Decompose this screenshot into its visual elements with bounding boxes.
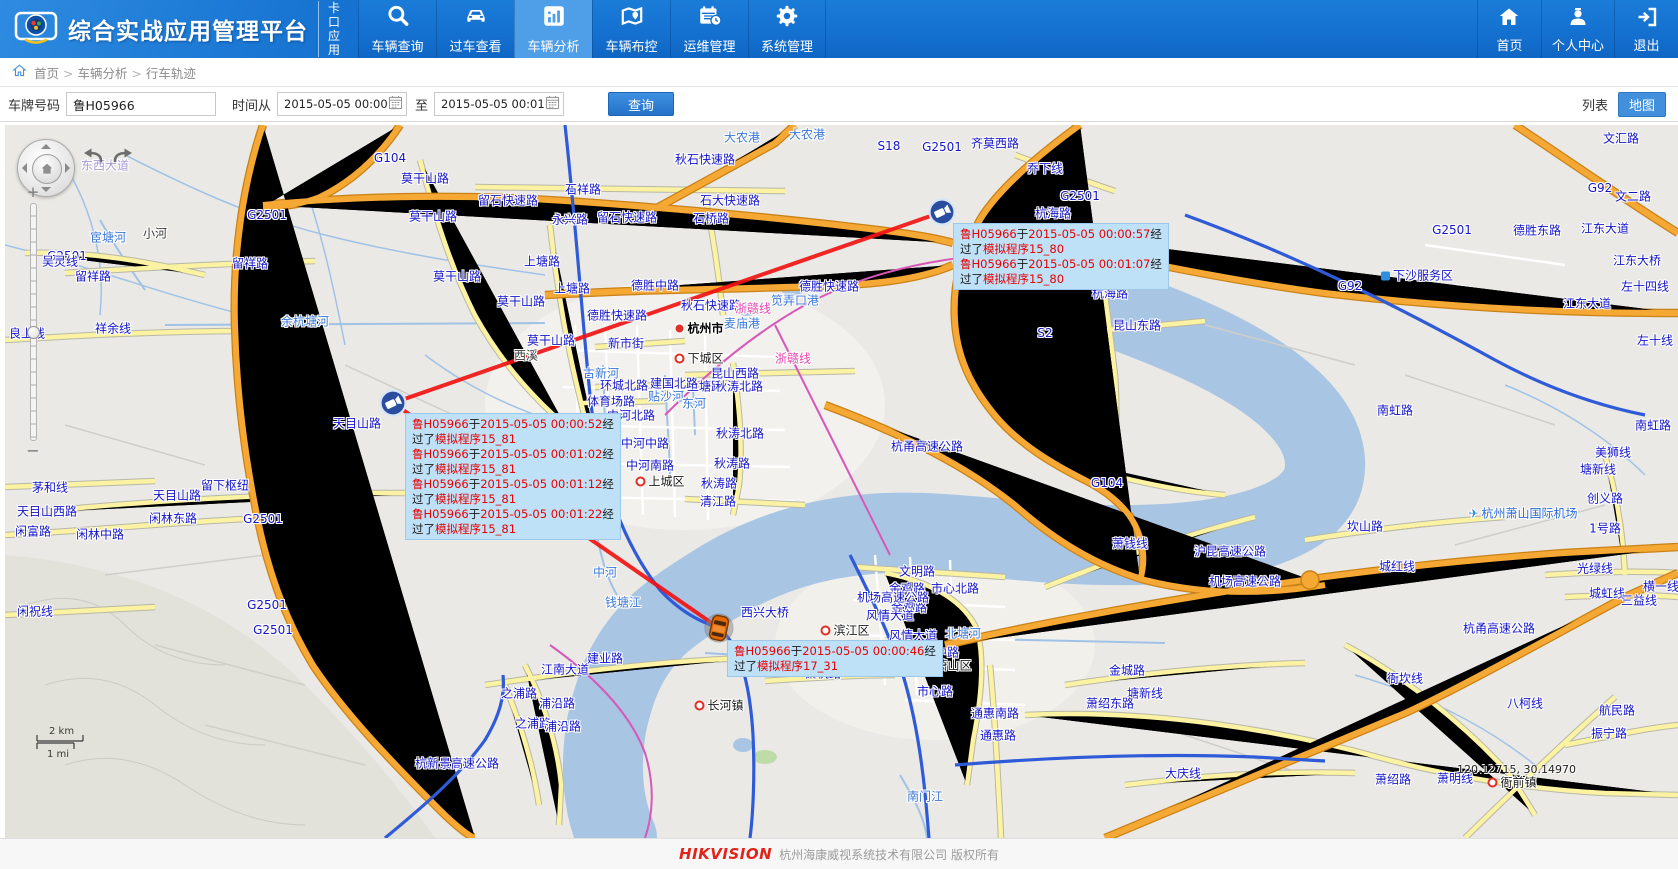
query-button[interactable]: 查询 [608, 92, 674, 116]
user-nav-2[interactable]: 退出 [1614, 0, 1678, 58]
user-nav-label: 退出 [1633, 35, 1659, 54]
map-home-button[interactable] [32, 154, 62, 184]
hikvision-logo: HIKVISION [679, 845, 772, 863]
chart-icon [541, 3, 567, 33]
filter-bar: 车牌号码 时间从 至 查询 列表 地图 [0, 87, 1678, 122]
time-to-input[interactable] [441, 97, 545, 111]
map-coordinates: 120.12715, 30.14970 [1457, 763, 1576, 776]
map-scale-bar: 2 km 1 mi [35, 725, 99, 762]
user-icon [1566, 5, 1590, 33]
home-icon [1497, 5, 1521, 33]
nav-item-0[interactable]: 车辆查询 [358, 0, 436, 58]
breadcrumb-item-0[interactable]: 首页 [34, 66, 59, 81]
app-logo-icon [14, 9, 58, 49]
view-toggle-list[interactable]: 列表 [1582, 95, 1608, 114]
time-from-field[interactable] [277, 92, 407, 116]
user-nav-label: 个人中心 [1552, 35, 1604, 54]
zoom-out-button[interactable]: − [26, 444, 39, 458]
zoom-in-button[interactable]: + [27, 185, 40, 199]
zoom-track[interactable] [30, 203, 37, 441]
copyright-text: 杭州海康威视系统技术有限公司 版权所有 [779, 846, 999, 863]
logout-icon [1635, 5, 1659, 33]
user-nav-1[interactable]: 个人中心 [1541, 0, 1614, 58]
time-to-field[interactable] [434, 92, 564, 116]
page-footer: HIKVISION 杭州海康威视系统技术有限公司 版权所有 [0, 838, 1678, 869]
nav-item-label: 车辆查询 [371, 36, 423, 55]
logo-block: 综合实战应用管理平台 卡口应用 [0, 0, 358, 58]
zoom-thumb[interactable] [27, 326, 40, 339]
breadcrumb-item-2[interactable]: 行车轨迹 [146, 66, 196, 81]
pan-down-arrow[interactable] [41, 187, 51, 192]
breadcrumb-item-1[interactable]: 车辆分析 [77, 66, 127, 81]
map-graphics [5, 125, 1678, 838]
nav-item-label: 车辆布控 [605, 36, 657, 55]
app-header: 综合实战应用管理平台 卡口应用 车辆查询 过车查看 车辆分析 车辆布控 运维管理 系统管理… [0, 0, 1678, 58]
breadcrumb-home-icon [12, 63, 27, 81]
plate-label: 车牌号码 [8, 95, 60, 114]
scale-km-label: 2 km [49, 726, 74, 737]
nav-item-label: 系统管理 [761, 36, 813, 55]
nav-item-2[interactable]: 车辆分析 [514, 0, 592, 58]
user-nav-label: 首页 [1496, 35, 1522, 54]
time-from-input[interactable] [284, 97, 388, 111]
nav-item-3[interactable]: 车辆布控 [592, 0, 670, 58]
nav-item-label: 运维管理 [683, 36, 735, 55]
search-icon [385, 3, 411, 33]
plate-input[interactable] [66, 92, 216, 116]
time-to-label: 至 [415, 95, 428, 114]
checkpoint-marker[interactable] [381, 391, 406, 416]
calendar-icon[interactable] [545, 95, 560, 114]
car-icon [463, 3, 489, 33]
view-toggle-map[interactable]: 地图 [1618, 92, 1666, 117]
pan-right-arrow[interactable] [65, 163, 70, 173]
map-zoom-slider[interactable]: + − [25, 185, 41, 458]
nav-item-5[interactable]: 系统管理 [748, 0, 826, 58]
main-nav: 车辆查询 过车查看 车辆分析 车辆布控 运维管理 系统管理 [358, 0, 826, 58]
user-nav-0[interactable]: 首页 [1477, 0, 1541, 58]
map-back-button[interactable] [79, 145, 105, 169]
breadcrumb: 首页 > 车辆分析 > 行车轨迹 [0, 58, 1678, 87]
calendar-icon [697, 3, 723, 33]
map-pin-icon [619, 3, 645, 33]
time-from-label: 时间从 [232, 95, 271, 114]
nav-item-1[interactable]: 过车查看 [436, 0, 514, 58]
vehicle-marker[interactable] [705, 614, 733, 642]
gear-icon [774, 3, 800, 33]
map-forward-button[interactable] [111, 145, 137, 169]
nav-item-4[interactable]: 运维管理 [670, 0, 748, 58]
breadcrumb-items: 首页 > 车辆分析 > 行车轨迹 [34, 63, 196, 82]
map-canvas[interactable]: 东西大道G104莫干山路秋石快速路大农港大农港S18G2501齐莫西路乔下线文汇… [0, 122, 1678, 838]
calendar-icon[interactable] [388, 95, 403, 114]
app-title: 综合实战应用管理平台 [68, 12, 308, 46]
pan-up-arrow[interactable] [41, 144, 51, 149]
nav-item-label: 过车查看 [449, 36, 501, 55]
nav-item-label: 车辆分析 [527, 36, 579, 55]
user-nav: 首页 个人中心 退出 [1477, 0, 1678, 58]
checkpoint-marker[interactable] [930, 200, 955, 225]
scale-mi-label: 1 mi [47, 749, 69, 759]
pan-left-arrow[interactable] [22, 163, 27, 173]
app-subtitle: 卡口应用 [318, 1, 348, 57]
